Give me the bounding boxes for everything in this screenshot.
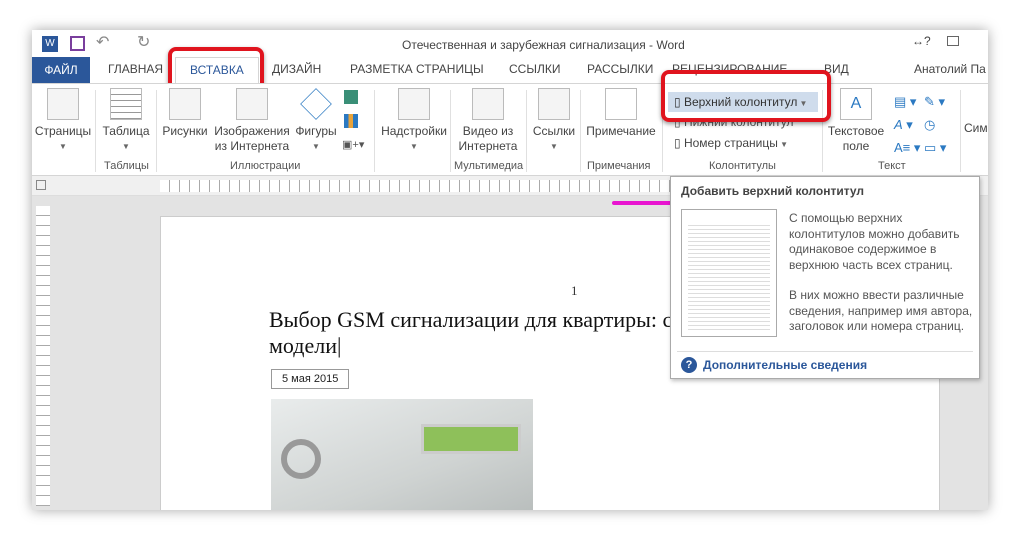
group-header-footer-label: Колонтитулы (709, 160, 776, 172)
shapes-icon (300, 88, 332, 120)
shapes-button[interactable]: Фигуры ▼ (294, 84, 338, 154)
object-icon[interactable]: ▭ ▾ (924, 136, 946, 159)
quick-parts-icon[interactable]: ▤ ▾ (894, 90, 920, 113)
pictures-button[interactable]: Рисунки (160, 84, 210, 139)
online-video-button[interactable]: Видео из Интернета (457, 84, 519, 154)
table-icon (110, 88, 142, 120)
help-question-icon: ? (681, 357, 697, 373)
word-logo-icon: W (42, 36, 58, 52)
text-tools-2[interactable]: ✎ ▾ ◷ ▭ ▾ (924, 90, 946, 159)
ribbon-display-icon[interactable] (947, 36, 959, 46)
addins-button[interactable]: Надстройки ▼ (378, 84, 450, 154)
tooltip-description: С помощью верхних колонтитулов можно доб… (789, 211, 973, 333)
group-text-label: Текст (878, 160, 906, 172)
date-time-icon[interactable]: ◷ (924, 113, 946, 136)
lcd-display (421, 424, 521, 454)
redo-icon[interactable]: ↻ (137, 32, 150, 52)
text-box-label: Текстовое поле (827, 124, 885, 153)
online-picture-icon (236, 88, 268, 120)
more-info-link[interactable]: Дополнительные сведения (703, 358, 867, 372)
highlight-header-button (661, 70, 831, 122)
header-preview-thumbnail (681, 209, 777, 337)
tab-references[interactable]: ССЫЛКИ (509, 62, 560, 76)
smartart-icon[interactable] (344, 90, 358, 104)
key-ring (281, 439, 321, 479)
wordart-icon[interactable]: A ▾ (894, 113, 920, 136)
text-tools[interactable]: ▤ ▾ A ▾ A≡ ▾ (894, 90, 920, 159)
text-box-button[interactable]: A Текстовое поле (826, 84, 886, 154)
chart-icon[interactable] (344, 114, 358, 128)
group-tables-label: Таблицы (104, 160, 149, 172)
window-title: Отечественная и зарубежная сигнализация … (402, 38, 685, 52)
online-video-label: Видео из Интернета (458, 124, 518, 153)
tooltip-title: Добавить верхний колонтитул (681, 184, 865, 198)
online-images-button[interactable]: Изображения из Интернета (212, 84, 292, 154)
table-label: Таблица (102, 124, 150, 138)
page-number-icon: ▯ (674, 136, 684, 150)
comment-button[interactable]: Примечание (583, 84, 659, 139)
online-images-label: Изображения из Интернета (214, 124, 290, 153)
video-icon (472, 88, 504, 120)
store-icon (398, 88, 430, 120)
word-window: W ↶ ↻ Отечественная и зарубежная сигнали… (32, 30, 988, 510)
tab-design[interactable]: ДИЗАЙН (272, 62, 321, 76)
shapes-label: Фигуры (295, 124, 337, 138)
comment-icon (605, 88, 637, 120)
pages-icon (47, 88, 79, 120)
group-media-label: Мультимедиа (454, 160, 524, 172)
screenshot-icon[interactable]: ▣+▾ (342, 138, 364, 151)
help-icon[interactable]: ↔? (912, 34, 931, 48)
picture-icon (169, 88, 201, 120)
text-box-icon: A (840, 88, 872, 120)
undo-icon[interactable]: ↶ (96, 32, 109, 52)
tab-layout[interactable]: РАЗМЕТКА СТРАНИЦЫ (350, 62, 484, 76)
header-tooltip: Добавить верхний колонтитул С помощью ве… (670, 176, 980, 379)
addins-label: Надстройки (381, 124, 447, 138)
tab-home[interactable]: ГЛАВНАЯ (108, 62, 163, 76)
document-image[interactable] (271, 399, 533, 510)
group-illustrations-label: Иллюстрации (230, 160, 301, 172)
tab-selector-icon[interactable] (36, 180, 46, 190)
table-button[interactable]: Таблица ▼ (98, 84, 154, 154)
tooltip-divider (677, 351, 973, 352)
link-icon (538, 88, 570, 120)
pictures-label: Рисунки (162, 124, 208, 138)
comment-label: Примечание (586, 124, 656, 138)
page-number-label: Номер страницы (683, 136, 778, 150)
pages-button[interactable]: Страницы ▼ (34, 84, 92, 154)
save-icon[interactable] (70, 36, 85, 51)
tab-mailings[interactable]: РАССЫЛКИ (587, 62, 653, 76)
date-field[interactable]: 5 мая 2015 (271, 369, 350, 389)
links-button[interactable]: Ссылки ▼ (529, 84, 579, 154)
drop-cap-icon[interactable]: A≡ ▾ (894, 136, 920, 159)
document-heading[interactable]: Выбор GSM сигнализации для квартиры: с мо… (269, 307, 672, 359)
links-label: Ссылки (532, 124, 576, 138)
signature-icon[interactable]: ✎ ▾ (924, 90, 946, 113)
header-page-number: 1 (571, 283, 578, 298)
pages-label: Страницы (34, 124, 92, 138)
page-number-button[interactable]: ▯ Номер страницы ▼ (674, 136, 788, 150)
group-comments-label: Примечания (587, 160, 651, 172)
ribbon: Страницы ▼ Таблица ▼ Таблицы Рисунки Изобр… (32, 83, 988, 176)
tab-file[interactable]: ФАЙЛ (32, 57, 90, 83)
user-name[interactable]: Анатолий Па (914, 62, 986, 76)
vertical-ruler[interactable] (36, 206, 50, 506)
symbols-button[interactable]: Сим (964, 121, 988, 136)
